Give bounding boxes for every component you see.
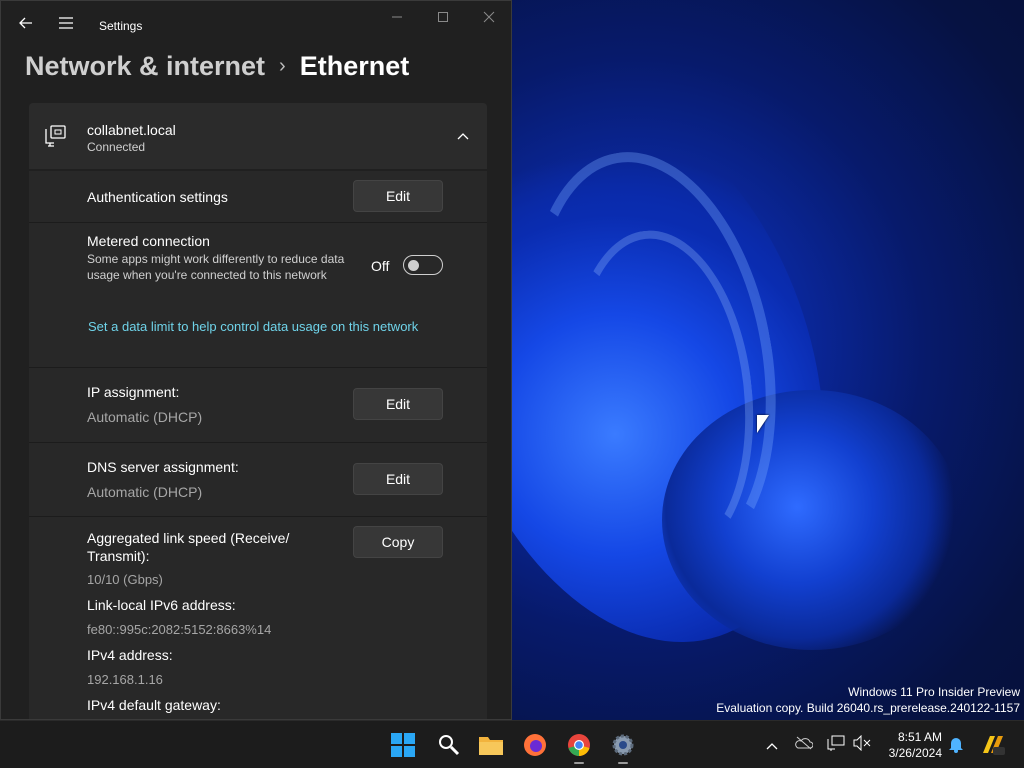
maximize-button[interactable] (433, 11, 453, 27)
dns-assignment-label: DNS server assignment: (87, 459, 239, 475)
dns-assignment-edit-button[interactable]: Edit (353, 463, 443, 495)
ipv4-address-value[interactable]: 192.168.1.16 (87, 672, 163, 687)
ip-assignment-value: Automatic (DHCP) (87, 409, 203, 425)
collapse-button[interactable] (453, 127, 473, 145)
hamburger-icon (59, 17, 73, 29)
copilot-button[interactable] (980, 733, 1006, 757)
divider (29, 516, 487, 517)
back-button[interactable] (15, 15, 37, 37)
minimize-icon (392, 16, 402, 18)
link-speed-label: Aggregated link speed (Receive/ Transmit… (87, 530, 290, 564)
ip-assignment-label: IP assignment: (87, 384, 180, 400)
clock[interactable]: 8:51 AM 3/26/2024 (876, 729, 942, 761)
ipv6-address-label: Link-local IPv6 address: (87, 597, 236, 613)
app-title: Settings (99, 19, 143, 33)
breadcrumb: Network & internet › Ethernet (25, 49, 409, 83)
navigation-menu-button[interactable] (55, 15, 77, 37)
clock-time: 8:51 AM (897, 730, 942, 744)
ipv4-gateway-label: IPv4 default gateway: (87, 697, 221, 713)
metered-connection-label: Metered connection (87, 233, 210, 249)
ipv4-address-label: IPv4 address: (87, 647, 173, 663)
metered-toggle-state: Off (371, 258, 390, 274)
title-bar[interactable]: Settings (1, 1, 511, 51)
breadcrumb-parent[interactable]: Network & internet (25, 51, 265, 82)
divider (29, 367, 487, 368)
onedrive-button[interactable] (794, 735, 814, 755)
search-button[interactable] (436, 732, 462, 758)
volume-button[interactable] (852, 734, 872, 755)
chevron-up-icon (457, 133, 469, 140)
divider (29, 222, 487, 223)
network-details: Authentication settings Edit Metered con… (29, 171, 487, 719)
notifications-button[interactable] (946, 735, 966, 755)
evaluation-watermark: Windows 11 Pro Insider Preview Evaluatio… (716, 684, 1020, 716)
running-indicator (618, 762, 628, 764)
breadcrumb-separator: › (279, 54, 286, 77)
page-title: Ethernet (299, 50, 410, 81)
desktop-wallpaper (512, 0, 1024, 720)
ethernet-icon (45, 125, 66, 147)
settings-app-button[interactable] (610, 732, 636, 764)
dns-assignment-value: Automatic (DHCP) (87, 484, 203, 500)
clock-date: 3/26/2024 (888, 746, 942, 760)
link-speed-value[interactable]: 10/10 (Gbps) (87, 572, 163, 587)
authentication-settings-label: Authentication settings (87, 189, 228, 205)
windows-start-icon (391, 733, 415, 757)
firefox-button[interactable] (522, 732, 548, 758)
toggle-knob (408, 260, 419, 271)
network-status: Connected (87, 140, 146, 154)
onedrive-icon (795, 736, 814, 750)
settings-window: Settings Network & internet › Ethernet c… (0, 0, 512, 720)
chevron-up-icon (766, 743, 778, 750)
watermark-line-1: Windows 11 Pro Insider Preview (848, 685, 1020, 699)
show-hidden-icons-button[interactable] (762, 735, 782, 755)
taskbar: 8:51 AM 3/26/2024 (0, 720, 1024, 768)
mouse-cursor-icon (757, 415, 769, 433)
network-card-header[interactable]: collabnet.local Connected (29, 103, 487, 169)
ipv6-address-value[interactable]: fe80::995c:2082:5152:8663%14 (87, 622, 271, 637)
minimize-button[interactable] (387, 11, 407, 27)
authentication-edit-button[interactable]: Edit (353, 180, 443, 212)
settings-icon (612, 734, 634, 756)
metered-connection-toggle[interactable] (403, 255, 443, 275)
maximize-icon (438, 12, 448, 22)
close-icon (483, 11, 495, 23)
arrow-left-icon (19, 17, 32, 29)
firefox-icon (524, 734, 546, 756)
network-name: collabnet.local (87, 122, 176, 138)
folder-icon (479, 737, 503, 755)
copy-button[interactable]: Copy (353, 526, 443, 558)
ip-assignment-edit-button[interactable]: Edit (353, 388, 443, 420)
chrome-icon (568, 734, 590, 756)
copilot-icon (983, 736, 1005, 755)
bell-icon (949, 738, 963, 753)
volume-muted-icon (853, 734, 871, 752)
running-indicator (574, 762, 584, 764)
network-icon (827, 735, 845, 751)
network-button[interactable] (826, 735, 846, 755)
data-limit-link[interactable]: Set a data limit to help control data us… (88, 319, 444, 334)
close-button[interactable] (479, 11, 499, 27)
start-button[interactable] (390, 732, 416, 758)
search-icon (439, 735, 460, 756)
file-explorer-button[interactable] (478, 732, 504, 758)
chrome-button[interactable] (566, 732, 592, 764)
watermark-line-2: Evaluation copy. Build 26040.rs_prerelea… (716, 701, 1020, 715)
divider (29, 442, 487, 443)
metered-connection-description: Some apps might work differently to redu… (87, 252, 345, 282)
